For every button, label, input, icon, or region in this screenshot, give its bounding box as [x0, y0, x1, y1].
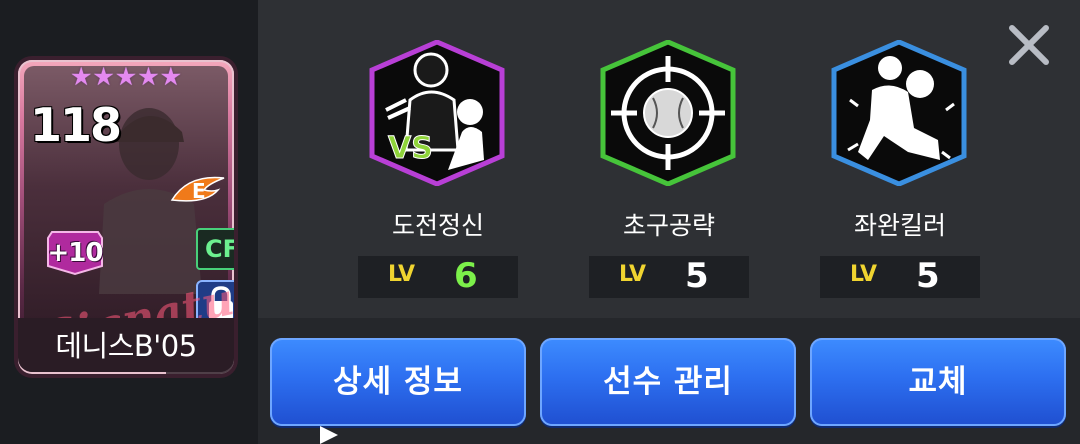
swap-button[interactable]: 교체	[810, 338, 1066, 426]
batter-vs-icon: VS	[369, 40, 505, 186]
crosshair-baseball-icon	[600, 40, 736, 186]
player-manage-button[interactable]: 선수 관리	[540, 338, 796, 426]
team-logo-icon: E	[170, 176, 225, 203]
play-icon	[320, 426, 338, 444]
level-label: LV	[388, 262, 415, 287]
skill-level-bar: LV 5	[589, 256, 749, 298]
level-value: 5	[685, 256, 709, 296]
skill-name: 좌완킬러	[853, 211, 946, 240]
star-rating: ★★★★★	[69, 62, 183, 91]
svg-text:VS: VS	[388, 131, 433, 166]
team-logo-letter: E	[192, 179, 206, 203]
level-value: 5	[916, 256, 940, 296]
skill-lefty-killer[interactable]: 좌완킬러 LV 5	[820, 30, 980, 298]
pitcher-icon	[831, 40, 967, 186]
skill-challenge-spirit[interactable]: VS 도전정신 LV 6	[358, 30, 518, 298]
skill-level-bar: LV 5	[820, 256, 980, 298]
detail-info-button[interactable]: 상세 정보	[270, 338, 526, 426]
skill-name: 초구공략	[622, 211, 715, 240]
skill-first-pitch[interactable]: 초구공략 LV 5	[589, 30, 749, 298]
skill-level-bar: LV 6	[358, 256, 518, 298]
close-icon[interactable]	[1004, 20, 1054, 70]
level-value: 6	[454, 256, 478, 296]
level-label: LV	[850, 262, 877, 287]
enhancement-level: +10	[47, 238, 104, 268]
skill-name: 도전정신	[391, 211, 484, 240]
overall-rating: 118	[30, 98, 122, 152]
position-badge: CF	[196, 228, 234, 270]
level-label: LV	[619, 262, 646, 287]
player-name: 데니스B'05	[18, 318, 234, 372]
